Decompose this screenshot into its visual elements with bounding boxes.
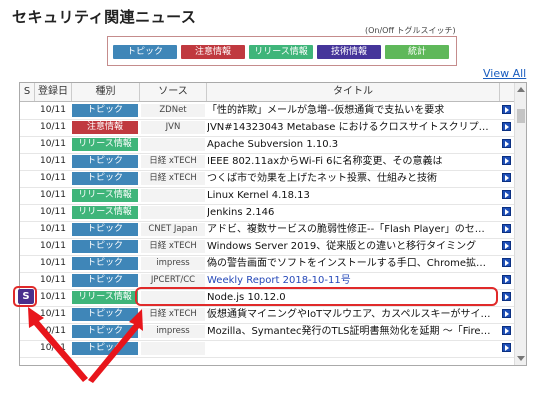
arrow-to-row-icon: [88, 309, 143, 383]
arrow-to-s-icon: [28, 307, 88, 382]
annotation-arrows: [28, 307, 143, 383]
